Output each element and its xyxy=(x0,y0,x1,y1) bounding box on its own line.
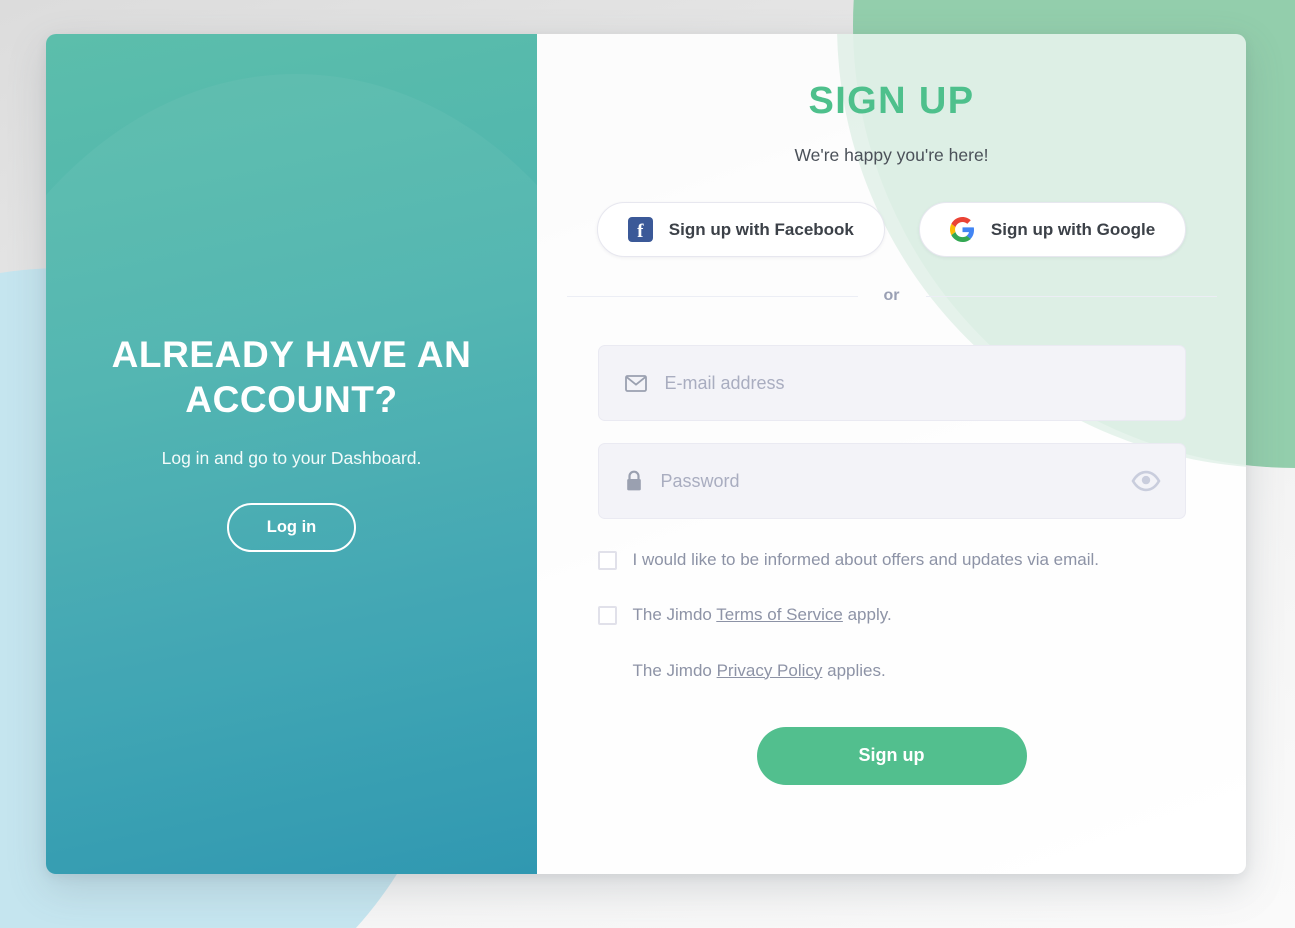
terms-of-service-link[interactable]: Terms of Service xyxy=(716,605,843,624)
login-promo-title: ALREADY HAVE AN ACCOUNT? xyxy=(111,333,472,420)
privacy-suffix: applies. xyxy=(822,660,886,680)
envelope-icon xyxy=(624,374,647,392)
terms-checkbox[interactable] xyxy=(597,606,617,626)
newsletter-consent-label: I would like to be informed about offers… xyxy=(632,550,1100,569)
password-placeholder: Password xyxy=(660,470,740,491)
signup-form-container: SIGN UP We're happy you're here! f Sign … xyxy=(537,80,1246,785)
signup-panel: SIGN UP We're happy you're here! f Sign … xyxy=(537,34,1246,874)
privacy-notice-label: The Jimdo Privacy Policy applies. xyxy=(633,660,886,681)
terms-suffix: apply. xyxy=(842,605,892,625)
lock-icon xyxy=(625,470,643,492)
log-in-button[interactable]: Log in xyxy=(226,503,357,553)
sign-up-button[interactable]: Sign up xyxy=(756,726,1027,785)
divider-line-left xyxy=(566,295,858,297)
facebook-icon: f xyxy=(627,217,653,242)
newsletter-checkbox[interactable] xyxy=(597,551,617,570)
page-subtitle: We're happy you're here! xyxy=(794,145,989,165)
consent-section: I would like to be informed about offers… xyxy=(597,549,1186,715)
signup-card: ALREADY HAVE AN ACCOUNT? Log in and go t… xyxy=(46,34,1246,874)
terms-consent-label: The Jimdo Terms of Service apply. xyxy=(633,604,892,625)
google-button-label: Sign up with Google xyxy=(990,219,1156,239)
or-divider: or xyxy=(566,287,1217,305)
signup-with-google-button[interactable]: Sign up with Google xyxy=(918,202,1187,257)
divider-line-right xyxy=(925,295,1217,297)
newsletter-consent-row: I would like to be informed about offers… xyxy=(597,549,1186,570)
privacy-prefix: The Jimdo xyxy=(632,660,717,680)
email-placeholder: E-mail address xyxy=(664,372,785,393)
login-promo-panel: ALREADY HAVE AN ACCOUNT? Log in and go t… xyxy=(46,34,537,874)
social-signup-row: f Sign up with Facebook Sign up with Goo… xyxy=(596,202,1187,257)
divider-label: or xyxy=(883,287,900,304)
email-field[interactable]: E-mail address xyxy=(597,345,1186,421)
page-title: SIGN UP xyxy=(808,80,975,122)
toggle-password-visibility-icon[interactable] xyxy=(1130,470,1161,492)
password-field[interactable]: Password xyxy=(597,443,1186,519)
login-promo-subtitle: Log in and go to your Dashboard. xyxy=(161,448,422,469)
signup-with-facebook-button[interactable]: f Sign up with Facebook xyxy=(596,202,885,257)
privacy-notice-row: The Jimdo Privacy Policy applies. xyxy=(598,660,1186,681)
terms-prefix: The Jimdo xyxy=(632,605,717,625)
privacy-policy-link[interactable]: Privacy Policy xyxy=(717,661,823,680)
terms-consent-row: The Jimdo Terms of Service apply. xyxy=(597,604,1186,626)
facebook-button-label: Sign up with Facebook xyxy=(668,219,854,239)
login-promo-content: ALREADY HAVE AN ACCOUNT? Log in and go t… xyxy=(97,332,487,576)
google-icon xyxy=(949,217,975,242)
